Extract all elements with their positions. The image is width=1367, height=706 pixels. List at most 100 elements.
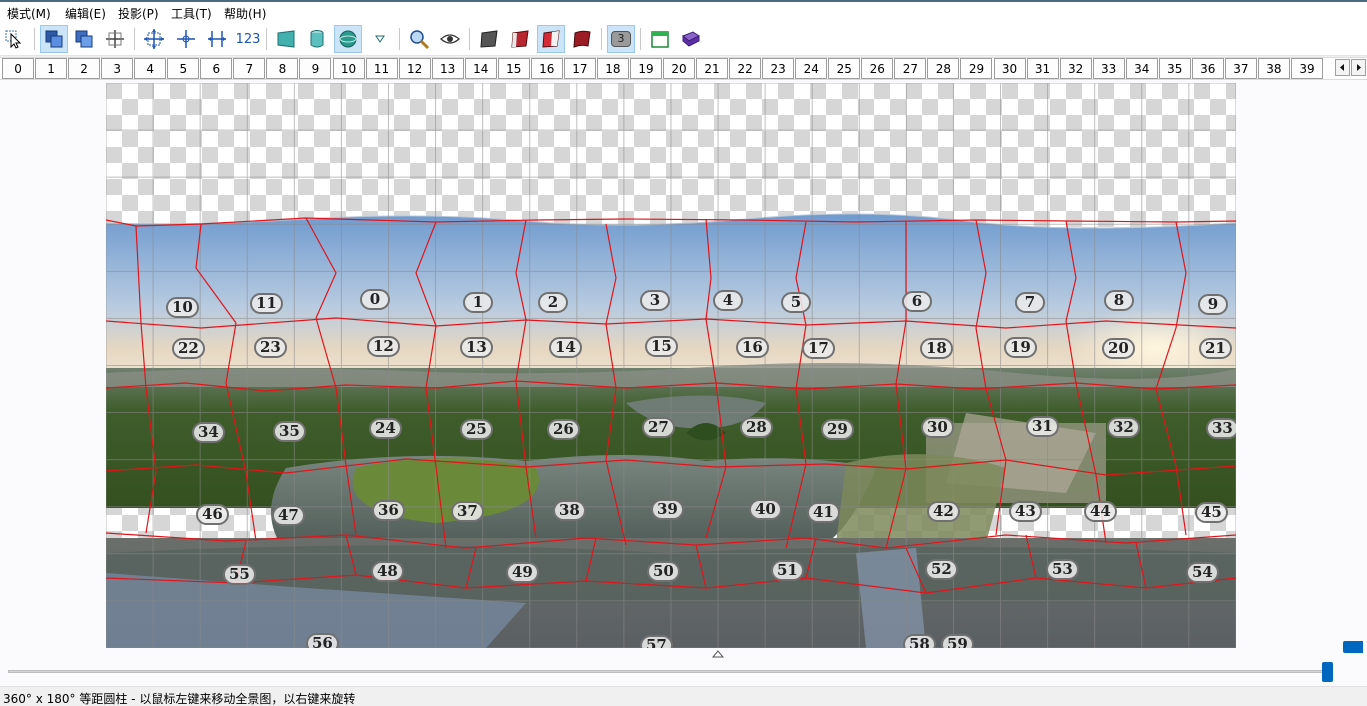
image-number-cell[interactable]: 27: [894, 58, 927, 79]
fit-pano-icon[interactable]: [140, 25, 168, 53]
vertical-slider-thumb[interactable]: [1343, 641, 1363, 653]
image-number-label[interactable]: 1: [463, 292, 493, 313]
image-number-cell[interactable]: 36: [1191, 58, 1224, 79]
image-number-label[interactable]: 26: [547, 419, 580, 440]
image-number-label[interactable]: 2: [538, 292, 568, 313]
image-gray-icon[interactable]: [475, 25, 503, 53]
image-number-label[interactable]: 37: [451, 501, 484, 522]
image-number-label[interactable]: 39: [651, 499, 684, 520]
image-number-label[interactable]: 52: [925, 559, 958, 580]
image-number-label[interactable]: 23: [254, 337, 287, 358]
menu-tools[interactable]: 工具(T): [171, 5, 212, 22]
image-number-label[interactable]: 43: [1009, 501, 1042, 522]
image-number-label[interactable]: 13: [460, 337, 493, 358]
image-number-label[interactable]: 27: [642, 417, 675, 438]
image-number-cell[interactable]: 31: [1026, 58, 1059, 79]
image-number-cell[interactable]: 34: [1125, 58, 1158, 79]
image-number-label[interactable]: 16: [736, 337, 769, 358]
image-number-label[interactable]: 3: [640, 290, 670, 311]
image-number-label[interactable]: 57: [640, 635, 673, 648]
image-number-cell[interactable]: 0: [2, 58, 35, 79]
image-number-cell[interactable]: 11: [365, 58, 398, 79]
image-number-label[interactable]: 7: [1015, 292, 1045, 313]
image-number-label[interactable]: 44: [1084, 501, 1117, 522]
image-number-cell[interactable]: 9: [299, 58, 332, 79]
image-number-cell[interactable]: 8: [266, 58, 299, 79]
image-number-cell[interactable]: 24: [795, 58, 828, 79]
scroll-left-button[interactable]: [1335, 59, 1350, 76]
image-number-label[interactable]: 41: [807, 502, 840, 523]
image-number-label[interactable]: 18: [920, 338, 953, 359]
image-number-label[interactable]: 17: [802, 338, 835, 359]
panorama-preview[interactable]: 0 1 2 3 4 5 6 7 8 9 10 11 12 13 14 15 16 17 18 19 20 21 22 23 24…: [106, 83, 1236, 648]
image-number-label[interactable]: 45: [1195, 502, 1228, 523]
image-number-cell[interactable]: 39: [1290, 58, 1323, 79]
image-number-label[interactable]: 11: [250, 293, 283, 314]
image-number-label[interactable]: 47: [272, 505, 305, 526]
image-number-label[interactable]: 38: [553, 500, 586, 521]
image-number-label[interactable]: 32: [1107, 417, 1140, 438]
image-number-cell[interactable]: 28: [927, 58, 960, 79]
projection-rectilinear-icon[interactable]: [272, 25, 300, 53]
horizontal-slider-track[interactable]: [8, 670, 1328, 673]
layers-icon[interactable]: [70, 25, 98, 53]
image-red-selected-icon[interactable]: [537, 25, 565, 53]
image-number-label[interactable]: 56: [306, 633, 339, 648]
projection-dropdown-icon[interactable]: [366, 25, 394, 53]
image-number-label[interactable]: 35: [273, 421, 306, 442]
image-number-label[interactable]: 34: [192, 422, 225, 443]
image-number-cell[interactable]: 17: [563, 58, 596, 79]
center-marker-icon[interactable]: [711, 648, 725, 658]
image-number-cell[interactable]: 22: [729, 58, 762, 79]
menu-projection[interactable]: 投影(P): [118, 5, 159, 22]
image-number-cell[interactable]: 14: [464, 58, 497, 79]
image-number-label[interactable]: 6: [902, 291, 932, 312]
gui-window-icon[interactable]: [646, 25, 674, 53]
image-red-curl-icon[interactable]: [568, 25, 596, 53]
image-number-label[interactable]: 55: [223, 564, 256, 585]
image-number-cell[interactable]: 33: [1092, 58, 1125, 79]
image-number-label[interactable]: 46: [196, 504, 229, 525]
image-number-label[interactable]: 28: [740, 417, 773, 438]
image-number-label[interactable]: 29: [821, 419, 854, 440]
image-number-label[interactable]: 15: [645, 336, 678, 357]
image-number-cell[interactable]: 25: [828, 58, 861, 79]
image-number-label[interactable]: 30: [921, 417, 954, 438]
scroll-right-button[interactable]: [1351, 59, 1366, 76]
horizontal-slider-thumb[interactable]: [1322, 662, 1333, 682]
image-number-label[interactable]: 54: [1186, 562, 1219, 583]
image-number-cell[interactable]: 21: [696, 58, 729, 79]
image-number-cell[interactable]: 29: [960, 58, 993, 79]
image-number-label[interactable]: 25: [460, 419, 493, 440]
image-number-label[interactable]: 10: [166, 297, 199, 318]
image-number-label[interactable]: 40: [749, 499, 782, 520]
image-number-cell[interactable]: 4: [134, 58, 167, 79]
image-number-label[interactable]: 9: [1198, 294, 1228, 315]
image-number-cell[interactable]: 12: [398, 58, 431, 79]
projection-sphere-icon[interactable]: [334, 25, 362, 53]
image-number-cell[interactable]: 30: [993, 58, 1026, 79]
image-number-label[interactable]: 4: [713, 290, 743, 311]
image-number-cell[interactable]: 2: [68, 58, 101, 79]
image-number-cell[interactable]: 38: [1257, 58, 1290, 79]
image-number-label[interactable]: 22: [172, 338, 205, 359]
image-number-label[interactable]: 19: [1004, 337, 1037, 358]
image-number-label[interactable]: 5: [781, 292, 811, 313]
image-number-label[interactable]: 24: [369, 418, 402, 439]
zoom-icon[interactable]: [405, 25, 433, 53]
image-number-cell[interactable]: 37: [1224, 58, 1257, 79]
image-number-cell[interactable]: 23: [762, 58, 795, 79]
menu-edit[interactable]: 编辑(E): [65, 5, 106, 22]
select-pointer-icon[interactable]: [0, 25, 28, 53]
straighten-icon[interactable]: [203, 25, 231, 53]
menu-help[interactable]: 帮助(H): [224, 5, 266, 22]
image-number-cell[interactable]: 20: [663, 58, 696, 79]
image-number-label[interactable]: 33: [1206, 418, 1236, 439]
image-number-label[interactable]: 8: [1104, 290, 1134, 311]
image-number-label[interactable]: 50: [647, 561, 680, 582]
image-number-label[interactable]: 14: [549, 337, 582, 358]
image-number-cell[interactable]: 18: [596, 58, 629, 79]
image-number-cell[interactable]: 35: [1158, 58, 1191, 79]
image-number-cell[interactable]: 15: [497, 58, 530, 79]
overview-badge-button[interactable]: 3: [607, 25, 635, 53]
